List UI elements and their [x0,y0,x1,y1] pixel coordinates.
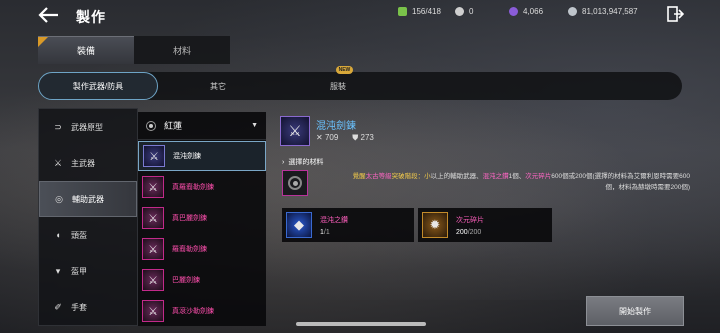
chain-sword-icon: ⚔ [142,207,164,229]
chevron-right-icon: › [282,158,285,166]
armor-icon: ▾ [55,265,61,276]
silver-coin-icon [455,7,464,16]
selected-material-slot[interactable] [282,170,308,196]
chain-sword-icon: ⚔ [142,238,164,260]
crossed-swords-icon: ⚔ [53,157,63,168]
top-bar: 製作 156/418 0 4,066 81,013,947,587 [0,0,720,30]
chaos-gem-icon: ◆ [286,212,312,238]
item-row[interactable]: ⚔ 羅裔勒劍鍊 [138,234,266,264]
new-badge: NEW [335,66,354,74]
craft-requirement-text: 覺醒太古等級突破階段：小以上的輔助武器、混沌之鑽1個、次元碎片600個或200個… [352,173,690,191]
page-title: 製作 [76,9,106,25]
back-arrow-icon[interactable] [38,6,60,24]
defense-stat: ⛊ 273 [352,133,374,142]
swords-icon: ✕ [316,133,323,142]
detail-item-icon: ⚔ [280,116,310,146]
tab-materials[interactable]: 材料 [134,36,230,64]
category-list: ⊃ 武器原型 ⚔ 主武器 ◎ 輔助武器 ◖ 頭盔 ▾ 盔甲 ✐ 手套 [38,108,138,326]
material-slot[interactable]: ✹ 次元碎片 200/200 [418,208,552,242]
inventory-count: 156/418 [398,7,441,16]
chain-sword-icon: ⚔ [142,300,164,322]
silver-currency: 0 [455,7,473,16]
start-craft-button[interactable]: 開始製作 [586,296,684,326]
item-row[interactable]: ⚔ 真羅裔勒劍鍊 [138,172,266,202]
detail-item-name: 混沌劍鍊 [316,121,356,132]
sub-tabs: 製作武器/防具 其它 服裝 NEW [38,66,682,100]
ring-icon [288,176,302,190]
chain-sword-icon: ⚔ [142,269,164,291]
category-armor[interactable]: ▾ 盔甲 [39,253,137,289]
subtab-costume[interactable]: 服裝 NEW [278,66,398,100]
detail-stats: ✕ 709 ⛊ 273 [316,133,374,143]
caret-down-icon: ▼ [251,122,258,129]
helmet-icon: ◖ [55,230,61,240]
gold-currency: 81,013,947,587 [568,7,638,16]
horizontal-scrollbar[interactable] [296,322,426,326]
bag-icon [398,7,407,16]
exit-icon[interactable] [666,5,685,23]
tab-equipment[interactable]: 裝備 [38,36,134,64]
item-row[interactable]: ⚔ 真巴麗劍鍊 [138,203,266,233]
coin-icon [568,7,577,16]
new-corner-tag [38,37,48,47]
chain-sword-icon: ⚔ [142,176,164,198]
crystal-currency: 4,066 [509,7,543,16]
category-weapon-prototype[interactable]: ⊃ 武器原型 [39,109,137,145]
item-row[interactable]: ⚔ 混沌劍鍊 [138,141,266,171]
selected-material-heading: › 選擇的材料 [282,158,324,167]
chain-sword-icon: ⚔ [143,145,165,167]
ring-icon: ◎ [55,193,63,204]
grade-dropdown[interactable]: 紅蓮 ▼ [138,112,266,140]
material-slot[interactable]: ◆ 混沌之鑽 1/1 [282,208,414,242]
dimension-shard-icon: ✹ [422,212,448,238]
shield-icon: ⛊ [352,133,359,142]
crystal-icon [509,7,518,16]
radio-icon [146,120,156,131]
subtab-other[interactable]: 其它 [158,72,278,100]
item-row[interactable]: ⚔ 真滾沙勒劍鍊 [138,296,266,326]
item-list-panel: 紅蓮 ▼ ⚔ 混沌劍鍊 ⚔ 真羅裔勒劍鍊 ⚔ 真巴麗劍鍊 ⚔ 羅裔勒劍鍊 ⚔ 巴… [138,112,266,326]
return-icon: ⊃ [54,121,62,132]
item-row[interactable]: ⚔ 巴麗劍鍊 [138,265,266,295]
glove-icon: ✐ [54,301,62,312]
category-main-weapon[interactable]: ⚔ 主武器 [39,145,137,181]
attack-stat: ✕ 709 [316,133,339,142]
subtab-craft-weapons[interactable]: 製作武器/防具 [38,72,158,100]
category-sub-weapon[interactable]: ◎ 輔助武器 [39,181,137,217]
category-gloves[interactable]: ✐ 手套 [39,289,137,325]
main-tabs: 裝備 材料 [38,36,230,64]
category-helmet[interactable]: ◖ 頭盔 [39,217,137,253]
